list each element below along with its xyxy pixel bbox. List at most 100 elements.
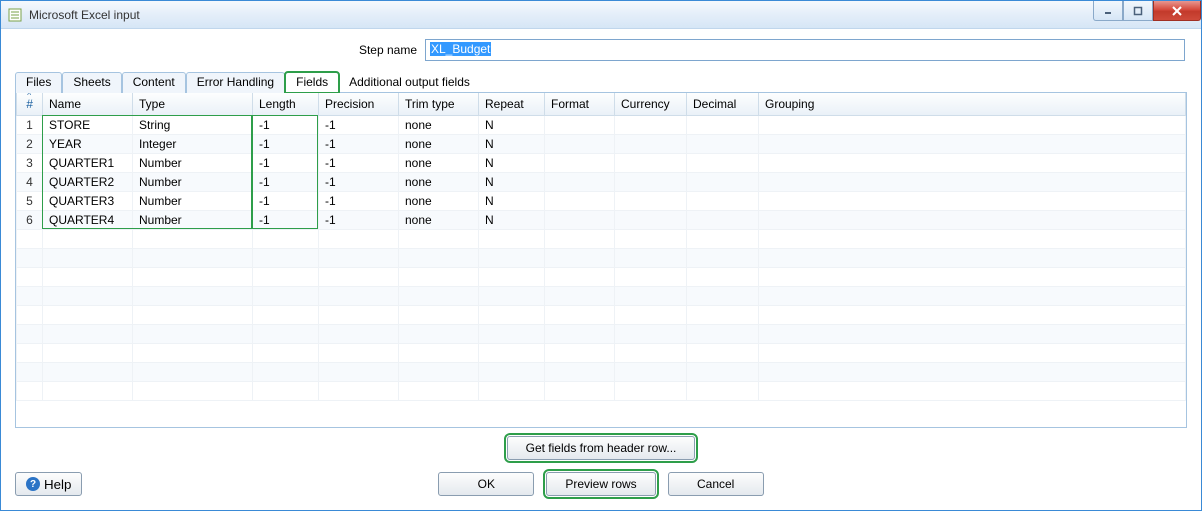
tab-sheets[interactable]: Sheets [62, 72, 121, 93]
tab-fields[interactable]: Fields [285, 72, 339, 93]
cell[interactable]: String [133, 115, 253, 134]
cell[interactable] [687, 343, 759, 362]
cell[interactable] [615, 381, 687, 400]
column-header[interactable]: Precision [319, 93, 399, 115]
cell[interactable]: N [479, 210, 545, 229]
column-header[interactable]: Name [43, 93, 133, 115]
cell[interactable]: -1 [253, 134, 319, 153]
cell[interactable] [759, 381, 1186, 400]
table-row[interactable]: 5QUARTER3Number-1-1noneN [17, 191, 1186, 210]
cell[interactable]: QUARTER3 [43, 191, 133, 210]
cell[interactable] [253, 324, 319, 343]
cell[interactable] [545, 229, 615, 248]
column-header[interactable]: Format [545, 93, 615, 115]
cell[interactable] [545, 115, 615, 134]
help-button[interactable]: ? Help [15, 472, 82, 496]
cell[interactable]: -1 [319, 115, 399, 134]
cell[interactable] [17, 362, 43, 381]
cell[interactable] [399, 381, 479, 400]
cell[interactable] [545, 381, 615, 400]
cell[interactable] [43, 305, 133, 324]
cell[interactable]: none [399, 210, 479, 229]
cell[interactable]: none [399, 115, 479, 134]
cell[interactable]: -1 [319, 191, 399, 210]
cell[interactable] [687, 191, 759, 210]
table-row-empty[interactable] [17, 381, 1186, 400]
cell[interactable] [687, 229, 759, 248]
cell[interactable] [17, 305, 43, 324]
cell[interactable]: Number [133, 153, 253, 172]
column-header[interactable]: Repeat [479, 93, 545, 115]
cell[interactable] [253, 267, 319, 286]
cell[interactable] [545, 134, 615, 153]
cell[interactable] [43, 381, 133, 400]
cell[interactable] [319, 248, 399, 267]
cell[interactable] [17, 343, 43, 362]
cell[interactable] [759, 305, 1186, 324]
cell[interactable] [615, 134, 687, 153]
cell[interactable]: 4 [17, 172, 43, 191]
cell[interactable] [479, 305, 545, 324]
cell[interactable] [545, 362, 615, 381]
cell[interactable] [43, 324, 133, 343]
column-header[interactable]: Length [253, 93, 319, 115]
maximize-button[interactable] [1123, 1, 1153, 21]
column-header[interactable]: Trim type [399, 93, 479, 115]
cell[interactable] [319, 381, 399, 400]
cell[interactable] [253, 305, 319, 324]
column-header[interactable]: Grouping [759, 93, 1186, 115]
cell[interactable] [759, 210, 1186, 229]
cell[interactable] [615, 343, 687, 362]
cell[interactable] [43, 267, 133, 286]
table-row-empty[interactable] [17, 305, 1186, 324]
cell[interactable] [479, 343, 545, 362]
cell[interactable]: Number [133, 210, 253, 229]
cell[interactable] [17, 324, 43, 343]
cell[interactable] [319, 286, 399, 305]
table-row-empty[interactable] [17, 324, 1186, 343]
cell[interactable] [615, 210, 687, 229]
cell[interactable] [133, 229, 253, 248]
cell[interactable] [759, 115, 1186, 134]
cell[interactable]: Integer [133, 134, 253, 153]
cell[interactable]: QUARTER1 [43, 153, 133, 172]
cell[interactable]: 6 [17, 210, 43, 229]
cell[interactable] [133, 343, 253, 362]
cell[interactable] [43, 343, 133, 362]
cell[interactable] [399, 324, 479, 343]
cell[interactable]: 2 [17, 134, 43, 153]
cell[interactable] [545, 191, 615, 210]
cell[interactable] [545, 267, 615, 286]
table-row[interactable]: 4QUARTER2Number-1-1noneN [17, 172, 1186, 191]
cell[interactable]: -1 [319, 134, 399, 153]
cell[interactable] [319, 324, 399, 343]
cell[interactable] [133, 305, 253, 324]
cell[interactable] [545, 210, 615, 229]
column-header[interactable]: Decimal [687, 93, 759, 115]
cell[interactable] [133, 324, 253, 343]
preview-rows-button[interactable]: Preview rows [546, 472, 655, 496]
cell[interactable] [17, 381, 43, 400]
cell[interactable] [133, 267, 253, 286]
cell[interactable] [687, 210, 759, 229]
cell[interactable] [479, 267, 545, 286]
cell[interactable]: -1 [319, 153, 399, 172]
table-row-empty[interactable] [17, 286, 1186, 305]
cell[interactable] [319, 229, 399, 248]
cell[interactable] [479, 362, 545, 381]
cell[interactable] [615, 267, 687, 286]
cell[interactable] [133, 248, 253, 267]
cell[interactable] [615, 115, 687, 134]
column-header[interactable]: Currency [615, 93, 687, 115]
cell[interactable] [687, 153, 759, 172]
cell[interactable]: -1 [253, 115, 319, 134]
cell[interactable]: YEAR [43, 134, 133, 153]
tab-additional-output-fields[interactable]: Additional output fields [339, 73, 480, 94]
cell[interactable] [43, 248, 133, 267]
cell[interactable] [399, 286, 479, 305]
cell[interactable]: QUARTER4 [43, 210, 133, 229]
cell[interactable]: 3 [17, 153, 43, 172]
cell[interactable] [319, 305, 399, 324]
table-row[interactable]: 3QUARTER1Number-1-1noneN [17, 153, 1186, 172]
cell[interactable] [479, 286, 545, 305]
